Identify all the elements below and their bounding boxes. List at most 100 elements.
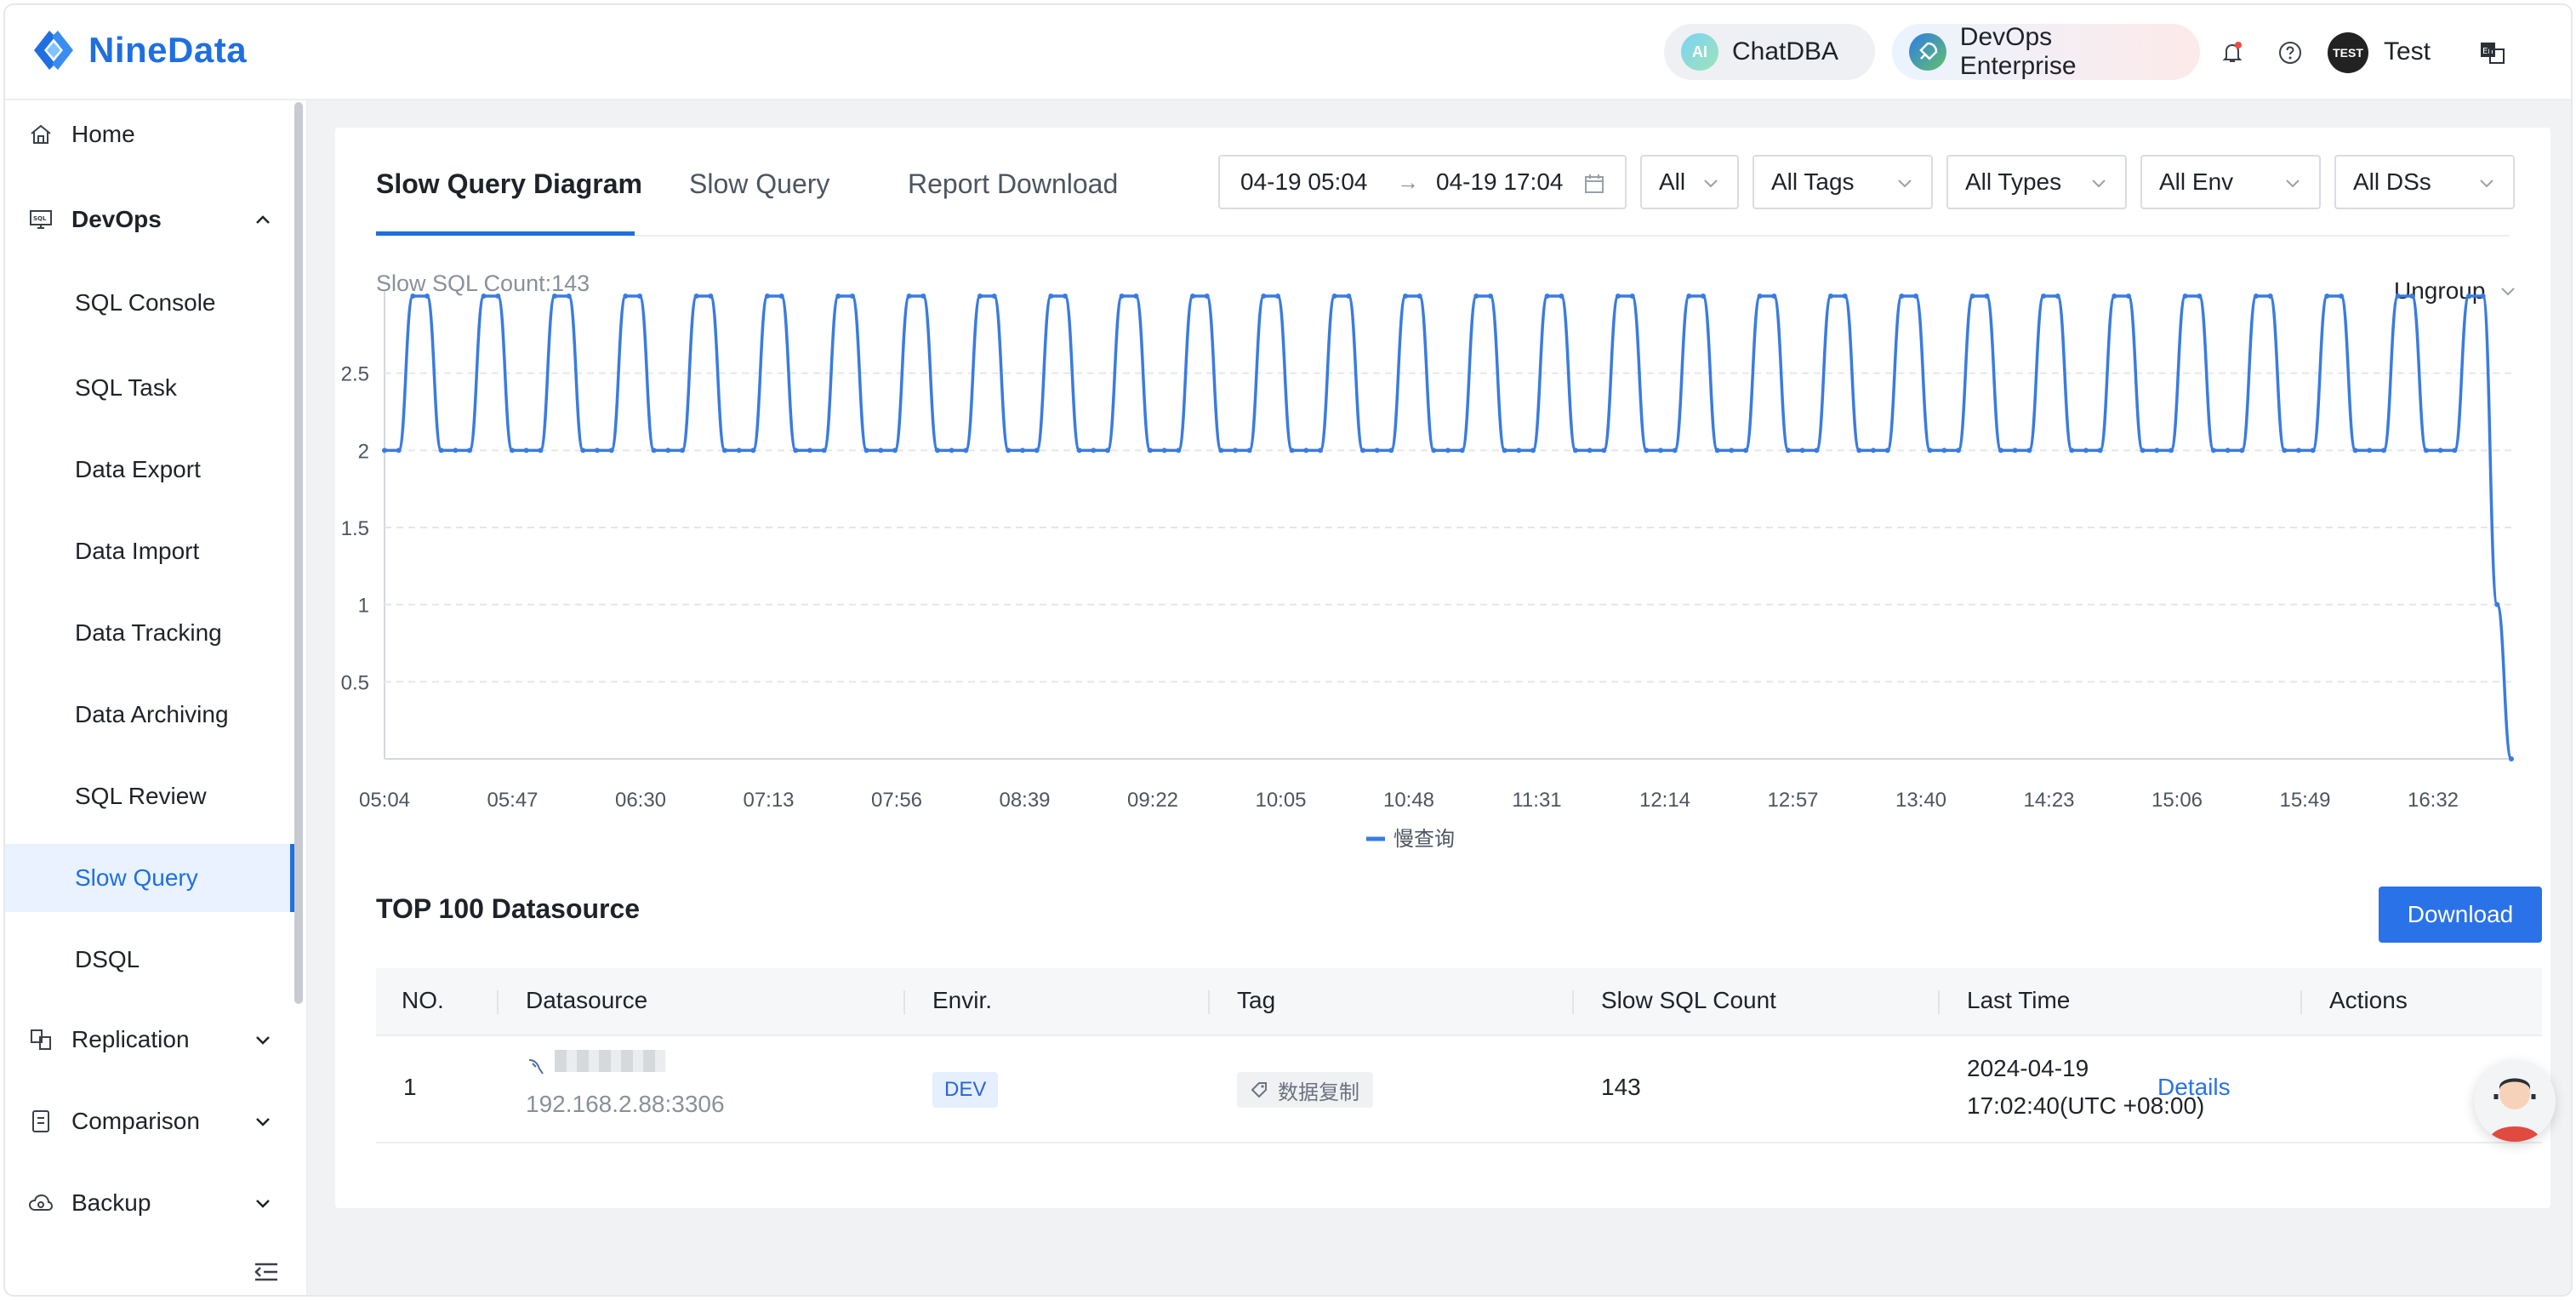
top-datasource-title: TOP 100 Datasource bbox=[376, 893, 641, 924]
env-badge: DEV bbox=[932, 1072, 999, 1108]
sidebar-item-label: Data Archiving bbox=[75, 701, 229, 727]
sidebar-item-label: SQL Task bbox=[75, 374, 177, 401]
data-point bbox=[396, 448, 402, 453]
sidebar-item-data-export[interactable]: Data Export bbox=[5, 436, 294, 504]
data-point bbox=[2339, 294, 2344, 299]
download-button[interactable]: Download bbox=[2379, 887, 2542, 943]
data-point bbox=[1927, 448, 1933, 453]
sidebar-item-sql-review[interactable]: SQL Review bbox=[5, 762, 294, 830]
row-no: 1 bbox=[403, 1074, 417, 1100]
x-tick-label: 16:32 bbox=[2408, 789, 2459, 812]
collapse-sidebar-icon[interactable] bbox=[252, 1257, 281, 1286]
data-point bbox=[1998, 448, 2003, 453]
data-point bbox=[765, 294, 770, 299]
sidebar-item-data-tracking[interactable]: Data Tracking bbox=[5, 599, 294, 667]
data-point bbox=[835, 294, 841, 299]
data-point bbox=[1233, 448, 1238, 453]
sidebar-item-slow-query[interactable]: Slow Query bbox=[5, 844, 294, 912]
data-point bbox=[793, 448, 799, 453]
data-point bbox=[1374, 448, 1380, 453]
x-tick-label: 07:56 bbox=[871, 789, 922, 812]
data-point bbox=[935, 448, 940, 453]
data-point bbox=[608, 448, 614, 453]
data-point bbox=[750, 448, 756, 453]
x-tick-label: 15:06 bbox=[2151, 789, 2203, 812]
data-point bbox=[1530, 448, 1536, 453]
x-tick-label: 12:14 bbox=[1639, 789, 1690, 812]
details-link[interactable]: Details bbox=[2157, 1074, 2231, 1101]
sidebar-group-devops[interactable]: SQL DevOps bbox=[5, 185, 294, 254]
tag-icon bbox=[1251, 1082, 1267, 1098]
data-point bbox=[2197, 294, 2203, 299]
data-point bbox=[2452, 448, 2458, 453]
data-point bbox=[1246, 448, 1252, 453]
data-point bbox=[2310, 448, 2316, 453]
data-point bbox=[708, 294, 714, 299]
data-point bbox=[2055, 294, 2060, 299]
data-point bbox=[665, 448, 671, 453]
data-point bbox=[1161, 448, 1167, 453]
sidebar-item-data-import[interactable]: Data Import bbox=[5, 517, 294, 585]
sidebar-item-dsql[interactable]: DSQL bbox=[5, 926, 294, 994]
y-tick-label: 0.5 bbox=[341, 671, 369, 694]
sidebar-group-comparison[interactable]: Comparison bbox=[5, 1087, 294, 1155]
data-point bbox=[863, 448, 869, 453]
data-point bbox=[552, 294, 557, 299]
edition-button[interactable]: DevOps Enterprise bbox=[1892, 23, 2200, 80]
x-tick-label: 12:57 bbox=[1767, 789, 1818, 812]
chatdba-button[interactable]: AI ChatDBA bbox=[1664, 24, 1875, 80]
sidebar-item-sql-console[interactable]: SQL Console bbox=[5, 269, 294, 337]
data-point bbox=[2140, 448, 2146, 453]
data-point bbox=[1559, 294, 1564, 299]
x-tick-label: 11:31 bbox=[1512, 789, 1561, 812]
data-point bbox=[2154, 448, 2160, 453]
data-point bbox=[1644, 448, 1650, 453]
chevron-down-icon bbox=[256, 1118, 270, 1126]
brand-name: NineData bbox=[88, 30, 248, 70]
data-point bbox=[538, 448, 544, 453]
data-point bbox=[1063, 294, 1068, 299]
data-point bbox=[949, 448, 955, 453]
data-point bbox=[878, 448, 884, 453]
sidebar-item-home[interactable]: Home bbox=[5, 100, 294, 168]
sidebar-group-replication[interactable]: Replication bbox=[5, 1006, 294, 1074]
data-point bbox=[2324, 294, 2330, 299]
notification-bell-icon[interactable] bbox=[2217, 37, 2248, 68]
comparison-icon bbox=[32, 1110, 49, 1132]
sidebar-scrollbar[interactable] bbox=[294, 102, 303, 1004]
data-point bbox=[1729, 448, 1735, 453]
data-point bbox=[1786, 448, 1791, 453]
column-header-tag: Tag bbox=[1237, 987, 1276, 1013]
data-point bbox=[2211, 448, 2216, 453]
brand-logo[interactable]: NineData bbox=[29, 26, 247, 75]
row-last-time-date: 2024-04-19 bbox=[1967, 1055, 2089, 1081]
help-icon[interactable] bbox=[2275, 37, 2305, 68]
language-switch-icon[interactable]: En bbox=[2477, 37, 2508, 68]
sidebar-item-data-archiving[interactable]: Data Archiving bbox=[5, 681, 294, 749]
data-point bbox=[1346, 294, 1352, 299]
replication-icon bbox=[31, 1029, 51, 1050]
data-point bbox=[1969, 294, 1975, 299]
x-tick-label: 10:05 bbox=[1255, 789, 1306, 812]
x-tick-label: 13:40 bbox=[1895, 789, 1946, 812]
data-point bbox=[1984, 294, 1990, 299]
row-slow-sql-count: 143 bbox=[1601, 1074, 1641, 1100]
sidebar-group-backup[interactable]: Backup bbox=[5, 1169, 294, 1237]
data-point bbox=[425, 294, 430, 299]
column-header-no: NO. bbox=[402, 987, 444, 1013]
home-icon bbox=[31, 124, 51, 144]
username[interactable]: Test bbox=[2384, 37, 2431, 66]
data-point bbox=[1913, 294, 1918, 299]
data-point bbox=[2466, 294, 2471, 299]
data-point bbox=[1176, 448, 1182, 453]
datasource-host[interactable]: 192.168.2.88:3306 bbox=[526, 1091, 725, 1118]
edition-label: DevOps Enterprise bbox=[1959, 23, 2077, 80]
sidebar-item-label: SQL Console bbox=[75, 289, 216, 316]
support-agent-avatar[interactable] bbox=[2474, 1060, 2556, 1142]
x-tick-label: 10:48 bbox=[1383, 789, 1434, 812]
data-point bbox=[438, 448, 444, 453]
sidebar-item-sql-task[interactable]: SQL Task bbox=[5, 354, 294, 422]
data-point bbox=[778, 294, 784, 299]
data-point bbox=[2069, 448, 2075, 453]
user-avatar[interactable]: TEST bbox=[2328, 32, 2368, 73]
